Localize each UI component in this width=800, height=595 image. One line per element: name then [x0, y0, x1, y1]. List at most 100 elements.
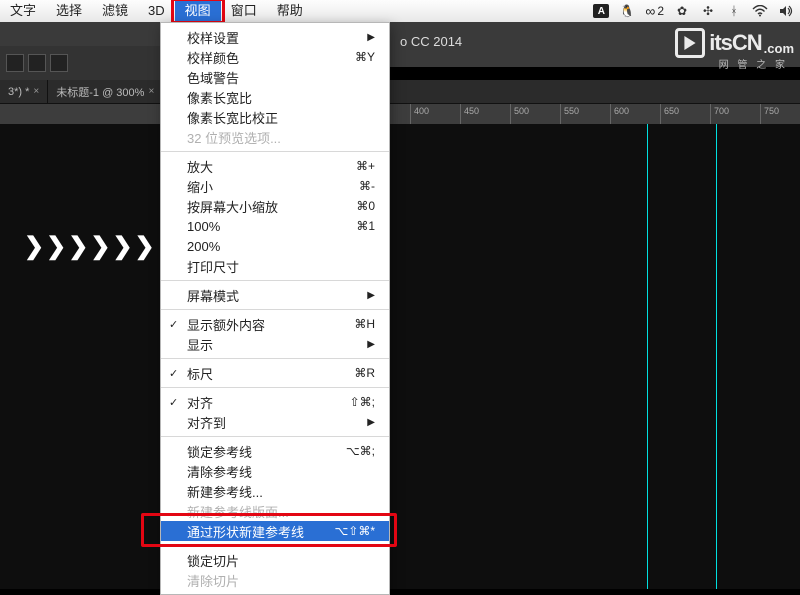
menu-separator	[161, 280, 389, 281]
menu-item-通过形状新建参考线[interactable]: 通过形状新建参考线 ⌥⇧⌘*	[161, 521, 389, 541]
menu-item-对齐到[interactable]: 对齐到 ▶	[161, 412, 389, 432]
menu-item-色域警告[interactable]: 色域警告	[161, 67, 389, 87]
creative-cloud-badge[interactable]: ∞2	[645, 3, 664, 19]
menu-item-屏幕模式[interactable]: 屏幕模式▶	[161, 285, 389, 305]
fan-icon[interactable]: ✣	[700, 3, 716, 19]
ruler-tick: 400	[410, 104, 411, 124]
ruler-tick: 600	[610, 104, 611, 124]
menu-item-200%[interactable]: 200%	[161, 236, 389, 256]
menu-item-像素长宽比校正[interactable]: 像素长宽比校正	[161, 107, 389, 127]
ruler-tick: 650	[660, 104, 661, 124]
menu-item-label: 锁定参考线	[187, 442, 252, 461]
volume-icon[interactable]	[778, 3, 794, 19]
vertical-guide[interactable]	[647, 124, 648, 589]
tool-swatch[interactable]	[50, 54, 68, 72]
menu-shortcut: ⇧⌘;	[350, 395, 375, 409]
menu-item-缩小[interactable]: 缩小⌘-	[161, 176, 389, 196]
menu-item-按屏幕大小缩放[interactable]: 按屏幕大小缩放 ⌘0	[161, 196, 389, 216]
vertical-guide[interactable]	[716, 124, 717, 589]
menu-item-label: 缩小	[187, 177, 213, 196]
menu-item-label: 通过形状新建参考线	[187, 522, 304, 541]
menu-item-新建参考线版面...: 新建参考线版面...	[161, 501, 389, 521]
menu-item-锁定切片[interactable]: 锁定切片	[161, 550, 389, 570]
menu-item-label: 校样设置	[187, 28, 239, 47]
menu-item-32 位预览选项...: 32 位预览选项...	[161, 127, 389, 147]
menubar-item-视图[interactable]: 视图	[175, 0, 221, 22]
document-tabbar: 3*) *×未标题-1 @ 300%×	[0, 80, 800, 104]
menu-item-label: 对齐到	[187, 413, 226, 432]
tab-label: 3*) *	[8, 86, 29, 98]
menu-item-校样设置[interactable]: 校样设置▶	[161, 27, 389, 47]
close-icon[interactable]: ×	[33, 86, 39, 97]
menu-item-标尺[interactable]: ✓ 标尺 ⌘R	[161, 363, 389, 383]
bluetooth-icon[interactable]: ᚼ	[726, 3, 742, 19]
penguin-icon[interactable]: 🐧	[619, 3, 635, 19]
menu-item-显示额外内容[interactable]: ✓显示额外内容⌘H	[161, 314, 389, 334]
menu-item-显示[interactable]: 显示▶	[161, 334, 389, 354]
tool-swatch[interactable]	[6, 54, 24, 72]
menu-item-放大[interactable]: 放大⌘+	[161, 156, 389, 176]
menu-item-打印尺寸[interactable]: 打印尺寸	[161, 256, 389, 276]
document-tab[interactable]: 未标题-1 @ 300%×	[48, 80, 163, 104]
menu-separator	[161, 545, 389, 546]
app-title: o CC 2014	[400, 34, 462, 49]
menu-separator	[161, 151, 389, 152]
check-icon: ✓	[169, 396, 178, 409]
menubar-item-文字[interactable]: 文字	[0, 0, 46, 22]
menubar-item-帮助[interactable]: 帮助	[267, 0, 313, 22]
watermark-subtitle: 网 管 之 家	[719, 56, 788, 71]
menu-shortcut: ⌘+	[356, 159, 375, 173]
menu-separator	[161, 358, 389, 359]
menu-item-label: 200%	[187, 239, 220, 254]
menu-item-校样颜色[interactable]: 校样颜色⌘Y	[161, 47, 389, 67]
close-icon[interactable]: ×	[148, 86, 154, 97]
check-icon: ✓	[169, 367, 178, 380]
menubar-item-3D[interactable]: 3D	[138, 0, 175, 22]
menubar-left: 文字选择滤镜3D视图窗口帮助	[0, 0, 313, 22]
tool-swatch[interactable]	[28, 54, 46, 72]
menu-shortcut: ⌘R	[354, 366, 375, 380]
menu-item-label: 像素长宽比校正	[187, 108, 278, 127]
play-icon	[675, 28, 705, 58]
menu-item-清除参考线[interactable]: 清除参考线	[161, 461, 389, 481]
menu-item-label: 清除切片	[187, 571, 239, 590]
menu-item-label: 像素长宽比	[187, 88, 252, 107]
menu-item-新建参考线...[interactable]: 新建参考线...	[161, 481, 389, 501]
menu-shortcut: ⌘0	[356, 199, 375, 213]
canvas[interactable]: ❯❯❯❯❯❯	[0, 124, 800, 589]
menu-item-像素长宽比[interactable]: 像素长宽比	[161, 87, 389, 107]
menu-item-对齐[interactable]: ✓ 对齐 ⇧⌘;	[161, 392, 389, 412]
menu-shortcut: ⌥⇧⌘*	[334, 524, 375, 538]
menu-item-label: 色域警告	[187, 68, 239, 87]
menu-separator	[161, 309, 389, 310]
menu-item-label: 对齐	[187, 393, 213, 412]
document-tab[interactable]: 3*) * ×	[0, 80, 48, 104]
menu-item-label: 锁定切片	[187, 551, 239, 570]
menu-item-锁定参考线[interactable]: 锁定参考线⌥⌘;	[161, 441, 389, 461]
menu-item-label: 屏幕模式	[187, 286, 239, 305]
horizontal-ruler[interactable]: 350400450500550600650700750800850900	[0, 104, 800, 124]
menu-item-label: 100%	[187, 219, 220, 234]
wifi-icon[interactable]	[752, 3, 768, 19]
menu-item-label: 标尺	[187, 364, 213, 383]
submenu-arrow-icon: ▶	[367, 339, 375, 350]
view-menu-dropdown: 校样设置▶校样颜色⌘Y色域警告像素长宽比像素长宽比校正32 位预览选项...放大…	[160, 22, 390, 595]
check-icon: ✓	[169, 318, 178, 331]
menu-separator	[161, 436, 389, 437]
menu-item-100%[interactable]: 100%⌘1	[161, 216, 389, 236]
ruler-tick: 750	[760, 104, 761, 124]
menubar-item-滤镜[interactable]: 滤镜	[92, 0, 138, 22]
menu-shortcut: ⌘H	[354, 317, 375, 331]
menu-item-label: 清除参考线	[187, 462, 252, 481]
adobe-badge[interactable]: A	[593, 4, 609, 18]
mac-menubar: 文字选择滤镜3D视图窗口帮助 A 🐧 ∞2 ✿ ✣ ᚼ	[0, 0, 800, 22]
submenu-arrow-icon: ▶	[367, 417, 375, 428]
ruler-tick: 550	[560, 104, 561, 124]
menu-shortcut: ⌘Y	[355, 50, 375, 64]
ruler-tick: 700	[710, 104, 711, 124]
menubar-item-选择[interactable]: 选择	[46, 0, 92, 22]
menubar-item-窗口[interactable]: 窗口	[221, 0, 267, 22]
menu-item-label: 按屏幕大小缩放	[187, 197, 278, 216]
leaf-icon[interactable]: ✿	[674, 3, 690, 19]
menu-separator	[161, 387, 389, 388]
